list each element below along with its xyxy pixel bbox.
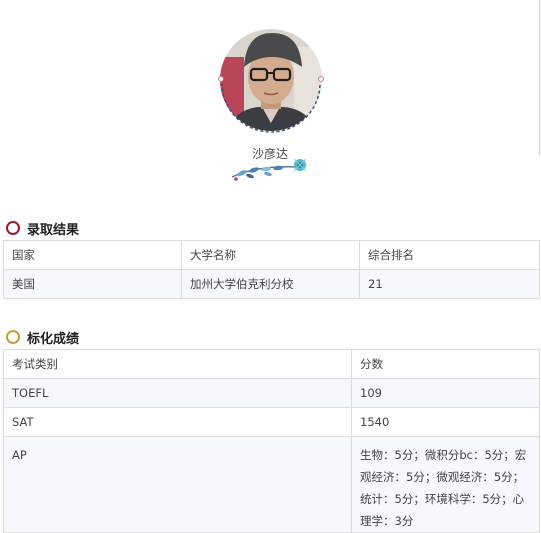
admission-table: 国家 大学名称 综合排名 美国 加州大学伯克利分校 21 (3, 240, 540, 299)
scores-section-title: 标化成绩 (27, 331, 80, 347)
circle-bullet-icon (6, 330, 20, 344)
column-header: 国家 (3, 240, 182, 270)
admission-section-header: 录取结果 (6, 219, 80, 238)
avatar (214, 27, 328, 135)
table-row: 美国 加州大学伯克利分校 21 (3, 269, 540, 299)
country-cell: 美国 (3, 269, 182, 299)
score-cell: 1540 (351, 407, 540, 437)
column-header: 综合排名 (359, 240, 540, 270)
rank-cell: 21 (359, 269, 540, 299)
column-header: 考试类别 (3, 349, 352, 379)
right-divider (539, 0, 540, 155)
scores-table: 考试类别 分数 TOEFL 109 SAT 1540 AP 生物：5分；微积分b… (3, 349, 540, 533)
scores-section-header: 标化成绩 (6, 328, 80, 347)
exam-cell: SAT (3, 407, 352, 437)
admission-section-title: 录取结果 (27, 222, 80, 238)
university-cell: 加州大学伯克利分校 (181, 269, 360, 299)
floral-ornament (228, 155, 314, 183)
table-row: SAT 1540 (3, 407, 540, 437)
table-row: AP 生物：5分；微积分bc：5分；宏观经济：5分；微观经济：5分；统计：5分；… (3, 436, 540, 533)
column-header: 分数 (351, 349, 540, 379)
exam-cell: AP (3, 436, 352, 533)
circle-bullet-icon (6, 221, 20, 235)
table-row: TOEFL 109 (3, 378, 540, 408)
column-header: 大学名称 (181, 240, 360, 270)
score-cell: 生物：5分；微积分bc：5分；宏观经济：5分；微观经济：5分；统计：5分；环境科… (351, 436, 540, 533)
table-header-row: 国家 大学名称 综合排名 (3, 240, 540, 270)
exam-cell: TOEFL (3, 378, 352, 408)
table-header-row: 考试类别 分数 (3, 349, 540, 379)
score-cell: 109 (351, 378, 540, 408)
